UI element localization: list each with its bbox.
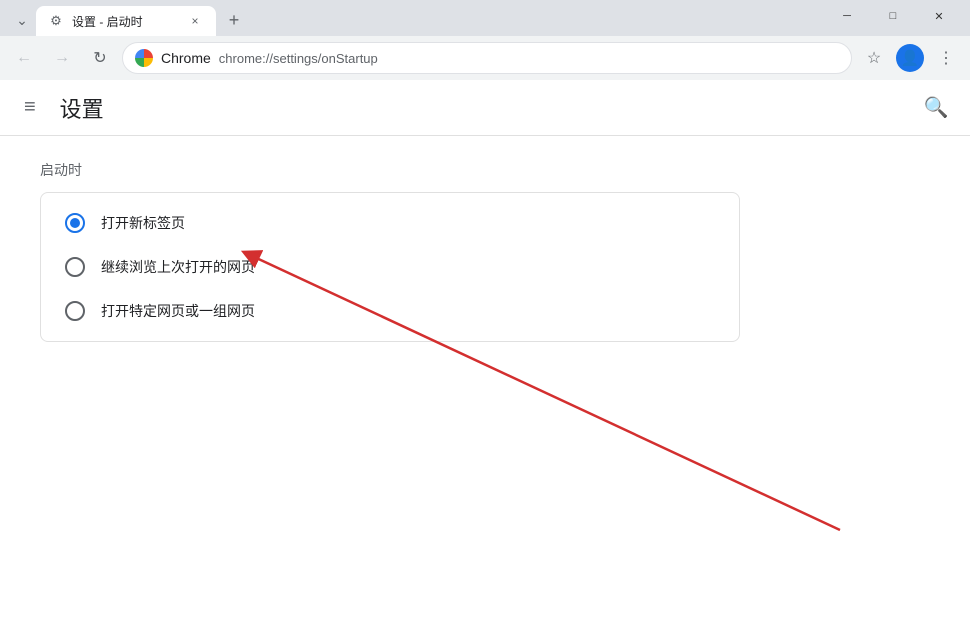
profile-button[interactable]: 👤 bbox=[896, 44, 924, 72]
radio-continue[interactable] bbox=[65, 257, 85, 277]
radio-specific[interactable] bbox=[65, 301, 85, 321]
close-button[interactable]: ✕ bbox=[916, 2, 962, 30]
settings-header-left: ≡ 设置 bbox=[16, 88, 104, 127]
page-title: 设置 bbox=[60, 92, 104, 124]
page-content: ≡ 设置 🔍 启动时 打开新标签页 继续浏览上次打开的网页 bbox=[0, 80, 970, 622]
address-url: chrome://settings/onStartup bbox=[219, 51, 378, 66]
title-bar: ⌄ ⚙ 设置 - 启动时 × + ─ □ ✕ bbox=[0, 0, 970, 36]
option-label-new-tab: 打开新标签页 bbox=[101, 213, 185, 233]
reload-button[interactable]: ↻ bbox=[84, 42, 116, 74]
navigation-bar: ← → ↻ Chrome chrome://settings/onStartup… bbox=[0, 36, 970, 80]
option-label-continue: 继续浏览上次打开的网页 bbox=[101, 257, 255, 277]
back-button[interactable]: ← bbox=[8, 42, 40, 74]
active-tab[interactable]: ⚙ 设置 - 启动时 × bbox=[36, 6, 216, 36]
option-row-new-tab[interactable]: 打开新标签页 bbox=[41, 201, 739, 245]
tab-close-button[interactable]: × bbox=[186, 12, 204, 30]
tab-scroll-button[interactable]: ⌄ bbox=[8, 6, 36, 34]
search-button[interactable]: 🔍 bbox=[918, 90, 954, 126]
tab-favicon: ⚙ bbox=[48, 13, 64, 29]
bookmark-button[interactable]: ☆ bbox=[858, 42, 890, 74]
radio-new-tab-inner bbox=[70, 218, 80, 228]
option-row-specific[interactable]: 打开特定网页或一组网页 bbox=[41, 289, 739, 333]
chrome-menu-button[interactable]: ⋮ bbox=[930, 42, 962, 74]
option-label-specific: 打开特定网页或一组网页 bbox=[101, 301, 255, 321]
address-brand: Chrome bbox=[161, 50, 211, 66]
options-card: 打开新标签页 继续浏览上次打开的网页 打开特定网页或一组网页 bbox=[40, 192, 740, 342]
forward-button[interactable]: → bbox=[46, 42, 78, 74]
minimize-button[interactable]: ─ bbox=[824, 2, 870, 30]
window-controls: ─ □ ✕ bbox=[824, 2, 962, 30]
maximize-button[interactable]: □ bbox=[870, 2, 916, 30]
chrome-logo-icon bbox=[135, 49, 153, 67]
section-title: 启动时 bbox=[40, 160, 930, 180]
address-bar[interactable]: Chrome chrome://settings/onStartup bbox=[122, 42, 852, 74]
settings-body: 启动时 打开新标签页 继续浏览上次打开的网页 打开特定网页或一组网页 bbox=[0, 136, 970, 366]
tab-strip: ⚙ 设置 - 启动时 × + bbox=[36, 6, 824, 36]
settings-header: ≡ 设置 🔍 bbox=[0, 80, 970, 136]
tab-title: 设置 - 启动时 bbox=[72, 13, 178, 30]
sidebar-menu-icon[interactable]: ≡ bbox=[16, 88, 44, 127]
new-tab-button[interactable]: + bbox=[220, 6, 248, 34]
option-row-continue[interactable]: 继续浏览上次打开的网页 bbox=[41, 245, 739, 289]
radio-new-tab[interactable] bbox=[65, 213, 85, 233]
